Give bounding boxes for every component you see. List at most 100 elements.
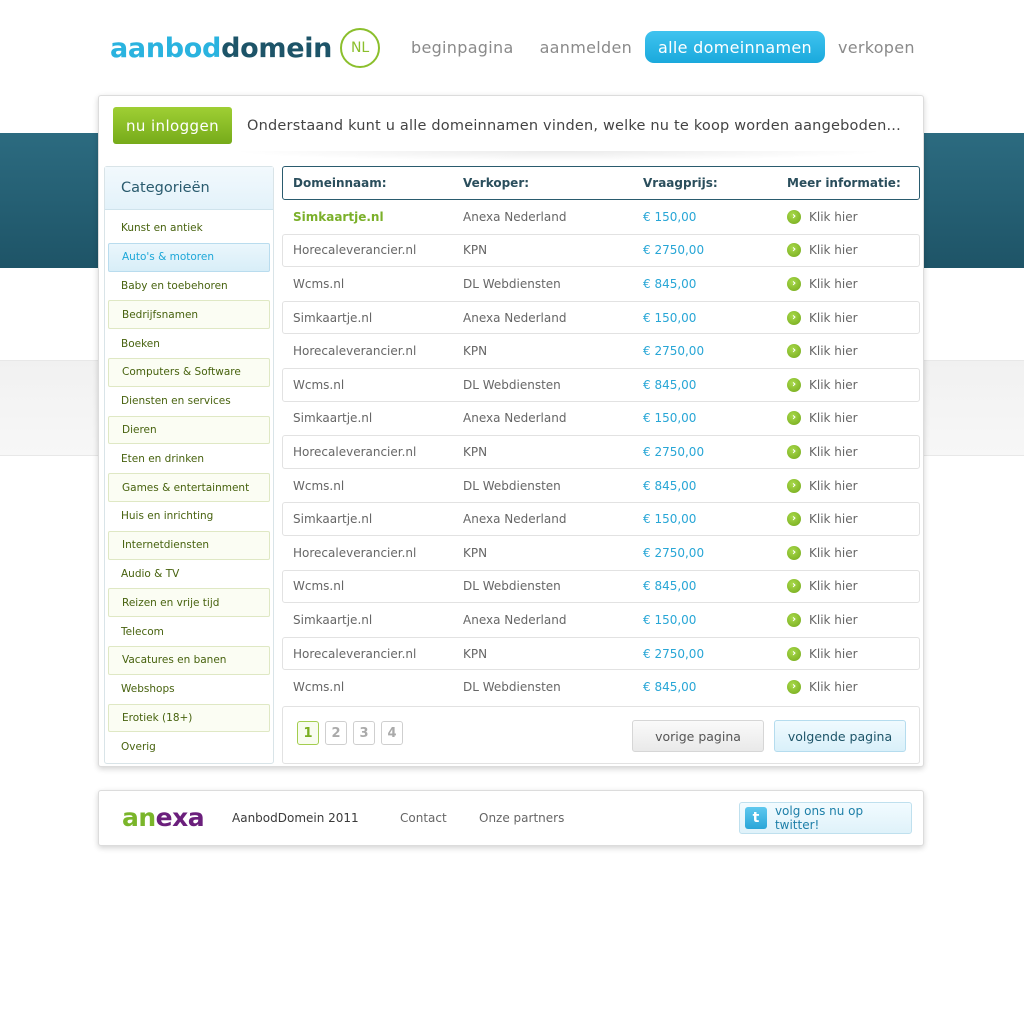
seller-cell: Anexa Nederland	[463, 612, 567, 627]
domain-name-cell[interactable]: Simkaartje.nl	[283, 210, 463, 224]
domain-name-cell[interactable]: Wcms.nl	[283, 479, 463, 493]
page-number-button[interactable]: 1	[297, 721, 319, 745]
sidebar-category-item[interactable]: Huis en inrichting	[108, 502, 270, 531]
more-info-link[interactable]: › Klik hier	[787, 209, 858, 224]
sidebar-category-item[interactable]: Baby en toebehoren	[108, 272, 270, 301]
more-info-label: Klik hier	[809, 310, 858, 325]
domain-name-cell[interactable]: Simkaartje.nl	[283, 411, 463, 425]
more-info-link[interactable]: › Klik hier	[787, 680, 858, 695]
sidebar-category-item[interactable]: Dieren	[108, 415, 270, 445]
twitter-button[interactable]: t volg ons nu op twitter!	[739, 802, 912, 834]
domain-name-cell[interactable]: Simkaartje.nl	[283, 613, 463, 627]
header-domeinnaam: Domeinnaam:	[293, 176, 387, 190]
table-row: Wcms.nl DL Webdiensten € 845,00 › Klik hier	[282, 569, 920, 604]
more-info-cell: › Klik hier	[787, 680, 919, 695]
nav-verkopen[interactable]: verkopen	[825, 31, 928, 63]
seller-cell: KPN	[463, 545, 488, 560]
anexa-logo[interactable]: anexa	[122, 803, 205, 832]
sidebar-category-item[interactable]: Reizen en vrije tijd	[108, 588, 270, 618]
domain-name-cell[interactable]: Simkaartje.nl	[283, 512, 463, 526]
more-info-link[interactable]: › Klik hier	[787, 310, 858, 325]
domain-name-cell[interactable]: Horecaleverancier.nl	[283, 445, 463, 459]
seller-cell: Anexa Nederland	[463, 512, 567, 527]
nav-beginpagina[interactable]: beginpagina	[398, 31, 527, 63]
footer-link-partners[interactable]: Onze partners	[479, 811, 564, 825]
category-sidebar: Categorieën Kunst en antiek Auto's & moto…	[104, 166, 274, 764]
footer-link-contact[interactable]: Contact	[400, 811, 447, 825]
seller-cell: Anexa Nederland	[463, 209, 567, 224]
sidebar-category-item[interactable]: Bedrijfsnamen	[108, 300, 270, 330]
price-cell: € 2750,00	[643, 243, 705, 258]
arrow-right-circle-icon: ›	[787, 680, 801, 695]
sidebar-category-item[interactable]: Webshops	[108, 675, 270, 704]
domain-name-cell[interactable]: Horecaleverancier.nl	[283, 344, 463, 358]
sidebar-category-item[interactable]: Boeken	[108, 329, 270, 358]
next-page-button[interactable]: volgende pagina	[774, 720, 906, 752]
price-cell: € 2750,00	[643, 344, 705, 359]
login-button[interactable]: nu inloggen	[113, 107, 232, 144]
more-info-link[interactable]: › Klik hier	[787, 243, 858, 258]
domain-name-cell[interactable]: Wcms.nl	[283, 680, 463, 694]
sidebar-category-item[interactable]: Auto's & motoren	[108, 242, 270, 272]
nav-aanmelden[interactable]: aanmelden	[527, 31, 645, 63]
seller-cell: DL Webdiensten	[463, 377, 561, 392]
sidebar-category-item[interactable]: Internetdiensten	[108, 530, 270, 560]
seller-cell: DL Webdiensten	[463, 579, 561, 594]
logo-nl-badge: NL	[340, 28, 381, 68]
logo-text-part2: domein	[221, 32, 333, 64]
sidebar-category-item[interactable]: Kunst en antiek	[108, 214, 270, 243]
more-info-link[interactable]: › Klik hier	[787, 545, 858, 560]
sidebar-category-item[interactable]: Vacatures en banen	[108, 645, 270, 675]
sidebar-category-item[interactable]: Telecom	[108, 617, 270, 646]
more-info-link[interactable]: › Klik hier	[787, 276, 858, 291]
domain-name-cell[interactable]: Simkaartje.nl	[283, 311, 463, 325]
domain-name-cell[interactable]: Horecaleverancier.nl	[283, 546, 463, 560]
more-info-label: Klik hier	[809, 344, 858, 359]
seller-cell: DL Webdiensten	[463, 680, 561, 695]
sidebar-category-item[interactable]: Audio & TV	[108, 560, 270, 589]
more-info-link[interactable]: › Klik hier	[787, 478, 858, 493]
more-info-link[interactable]: › Klik hier	[787, 344, 858, 359]
more-info-link[interactable]: › Klik hier	[787, 579, 858, 594]
domain-name-cell[interactable]: Wcms.nl	[283, 378, 463, 392]
main-card: nu inloggen Onderstaand kunt u alle dome…	[98, 95, 924, 767]
prev-page-button[interactable]: vorige pagina	[632, 720, 764, 752]
price-cell: € 845,00	[643, 579, 697, 594]
page-number-button[interactable]: 4	[381, 721, 403, 745]
page-number-button[interactable]: 2	[325, 721, 347, 745]
sidebar-category-item[interactable]: Eten en drinken	[108, 444, 270, 473]
table-row: Horecaleverancier.nl KPN € 2750,00 › Klik hi…	[282, 233, 920, 268]
domain-name-cell[interactable]: Wcms.nl	[283, 277, 463, 291]
price-cell: € 845,00	[643, 680, 697, 695]
sidebar-category-item[interactable]: Overig	[108, 732, 270, 761]
sidebar-category-item[interactable]: Diensten en services	[108, 387, 270, 416]
domain-name-cell[interactable]: Horecaleverancier.nl	[283, 243, 463, 257]
sidebar-category-item[interactable]: Computers & Software	[108, 357, 270, 387]
more-info-link[interactable]: › Klik hier	[787, 612, 858, 627]
more-info-label: Klik hier	[809, 680, 858, 695]
anexa-logo-part2: exa	[155, 803, 205, 832]
more-info-cell: › Klik hier	[787, 310, 919, 325]
more-info-link[interactable]: › Klik hier	[787, 646, 858, 661]
sidebar-category-item[interactable]: Erotiek (18+)	[108, 703, 270, 733]
price-cell: € 150,00	[643, 209, 697, 224]
table-row: Wcms.nl DL Webdiensten € 845,00 › Klik hier	[282, 367, 920, 402]
more-info-link[interactable]: › Klik hier	[787, 411, 858, 426]
more-info-label: Klik hier	[809, 411, 858, 426]
page-number-button[interactable]: 3	[353, 721, 375, 745]
more-info-label: Klik hier	[809, 444, 858, 459]
domain-name-cell[interactable]: Wcms.nl	[283, 579, 463, 593]
more-info-link[interactable]: › Klik hier	[787, 444, 858, 459]
site-logo[interactable]: aanbod domein NL	[110, 28, 381, 68]
domain-name-cell[interactable]: Horecaleverancier.nl	[283, 647, 463, 661]
arrow-right-circle-icon: ›	[787, 209, 801, 224]
more-info-cell: › Klik hier	[787, 243, 919, 258]
more-info-link[interactable]: › Klik hier	[787, 377, 858, 392]
price-cell: € 845,00	[643, 478, 697, 493]
sidebar-category-item[interactable]: Games & entertainment	[108, 473, 270, 502]
nav-alle-domeinnamen[interactable]: alle domeinnamen	[645, 31, 825, 63]
more-info-cell: › Klik hier	[787, 478, 919, 493]
twitter-label: volg ons nu op twitter!	[774, 804, 864, 832]
more-info-cell: › Klik hier	[787, 545, 919, 560]
more-info-link[interactable]: › Klik hier	[787, 512, 858, 527]
